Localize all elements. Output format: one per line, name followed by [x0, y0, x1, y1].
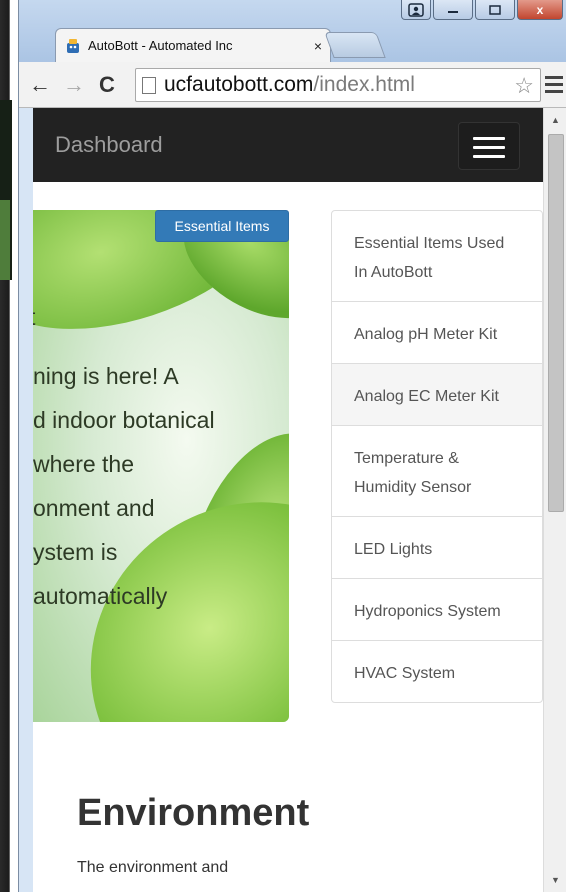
profile-icon: [408, 2, 424, 17]
list-item-ec-meter[interactable]: Analog EC Meter Kit: [332, 364, 542, 426]
scroll-down-arrow-icon[interactable]: ▼: [544, 870, 566, 890]
new-tab-button[interactable]: [324, 32, 386, 58]
close-window-button[interactable]: x: [517, 0, 563, 20]
browser-tab-active[interactable]: AutoBott - Automated Inc ×: [55, 28, 331, 62]
hero-caption-line: automatically: [33, 583, 168, 609]
essential-items-list: Essential Items Used In AutoBott Analog …: [331, 210, 543, 703]
scroll-up-arrow-icon[interactable]: ▲: [544, 110, 566, 130]
tab-title: AutoBott - Automated Inc: [88, 38, 233, 53]
forward-arrow-icon[interactable]: →: [63, 74, 85, 96]
hero-caption-line: onment and: [33, 495, 155, 521]
url-text: ucfautobott.com/index.html: [164, 73, 415, 97]
environment-text: The environment and: [77, 859, 229, 876]
close-icon: x: [536, 2, 544, 17]
hero-badge-label: Essential Items: [155, 210, 289, 242]
back-arrow-icon[interactable]: ←: [29, 74, 51, 96]
window-controls: x: [401, 0, 563, 22]
desktop-wallpaper-green: [0, 200, 10, 280]
url-domain: ucfautobott.com: [164, 73, 314, 96]
list-item-ph-meter[interactable]: Analog pH Meter Kit: [332, 302, 542, 364]
maximize-button[interactable]: [475, 0, 515, 20]
url-path: /index.html: [313, 73, 415, 96]
bookmark-star-icon[interactable]: ☆: [514, 73, 534, 99]
hamburger-menu-icon[interactable]: [458, 122, 520, 170]
browser-menu-icon[interactable]: [545, 76, 563, 97]
hero-caption-line: where the: [33, 451, 135, 477]
page-viewport: Dashboard Essential Items t ning is here…: [33, 108, 543, 892]
tab-close-icon[interactable]: ×: [314, 38, 322, 54]
hero-partial-letter: t: [33, 304, 35, 331]
address-bar[interactable]: ucfautobott.com/index.html ☆: [135, 68, 541, 102]
navbar-brand[interactable]: Dashboard: [55, 132, 163, 158]
hero-caption: ning is here! A d indoor botanical where…: [33, 354, 287, 618]
maximize-icon: [489, 4, 501, 15]
list-item-essential-items[interactable]: Essential Items Used In AutoBott: [332, 211, 542, 302]
robot-favicon-icon: [67, 38, 79, 53]
scrollbar-thumb[interactable]: [548, 134, 564, 512]
reload-icon[interactable]: C: [99, 74, 115, 96]
vertical-scrollbar[interactable]: ▲ ▼: [543, 108, 566, 892]
profile-button[interactable]: [401, 0, 431, 20]
environment-heading: Environment: [77, 792, 310, 834]
list-item-temperature-sensor[interactable]: Temperature & Humidity Sensor: [332, 426, 542, 517]
browser-window: x AutoBott - Automated Inc × ← → C ucfau…: [18, 0, 566, 892]
list-item-hvac[interactable]: HVAC System: [332, 641, 542, 702]
list-item-hydroponics[interactable]: Hydroponics System: [332, 579, 542, 641]
list-item-led-lights[interactable]: LED Lights: [332, 517, 542, 579]
page-icon: [142, 76, 156, 94]
minimize-button[interactable]: [433, 0, 473, 20]
browser-toolbar: ← → C ucfautobott.com/index.html ☆: [19, 62, 566, 108]
minimize-icon: [448, 10, 458, 13]
site-navbar: Dashboard: [33, 108, 543, 182]
hero-caption-line: ning is here! A: [33, 363, 179, 389]
hero-caption-line: d indoor botanical: [33, 407, 215, 433]
title-bar: x AutoBott - Automated Inc ×: [19, 0, 566, 66]
hero-caption-line: ystem is: [33, 539, 118, 565]
